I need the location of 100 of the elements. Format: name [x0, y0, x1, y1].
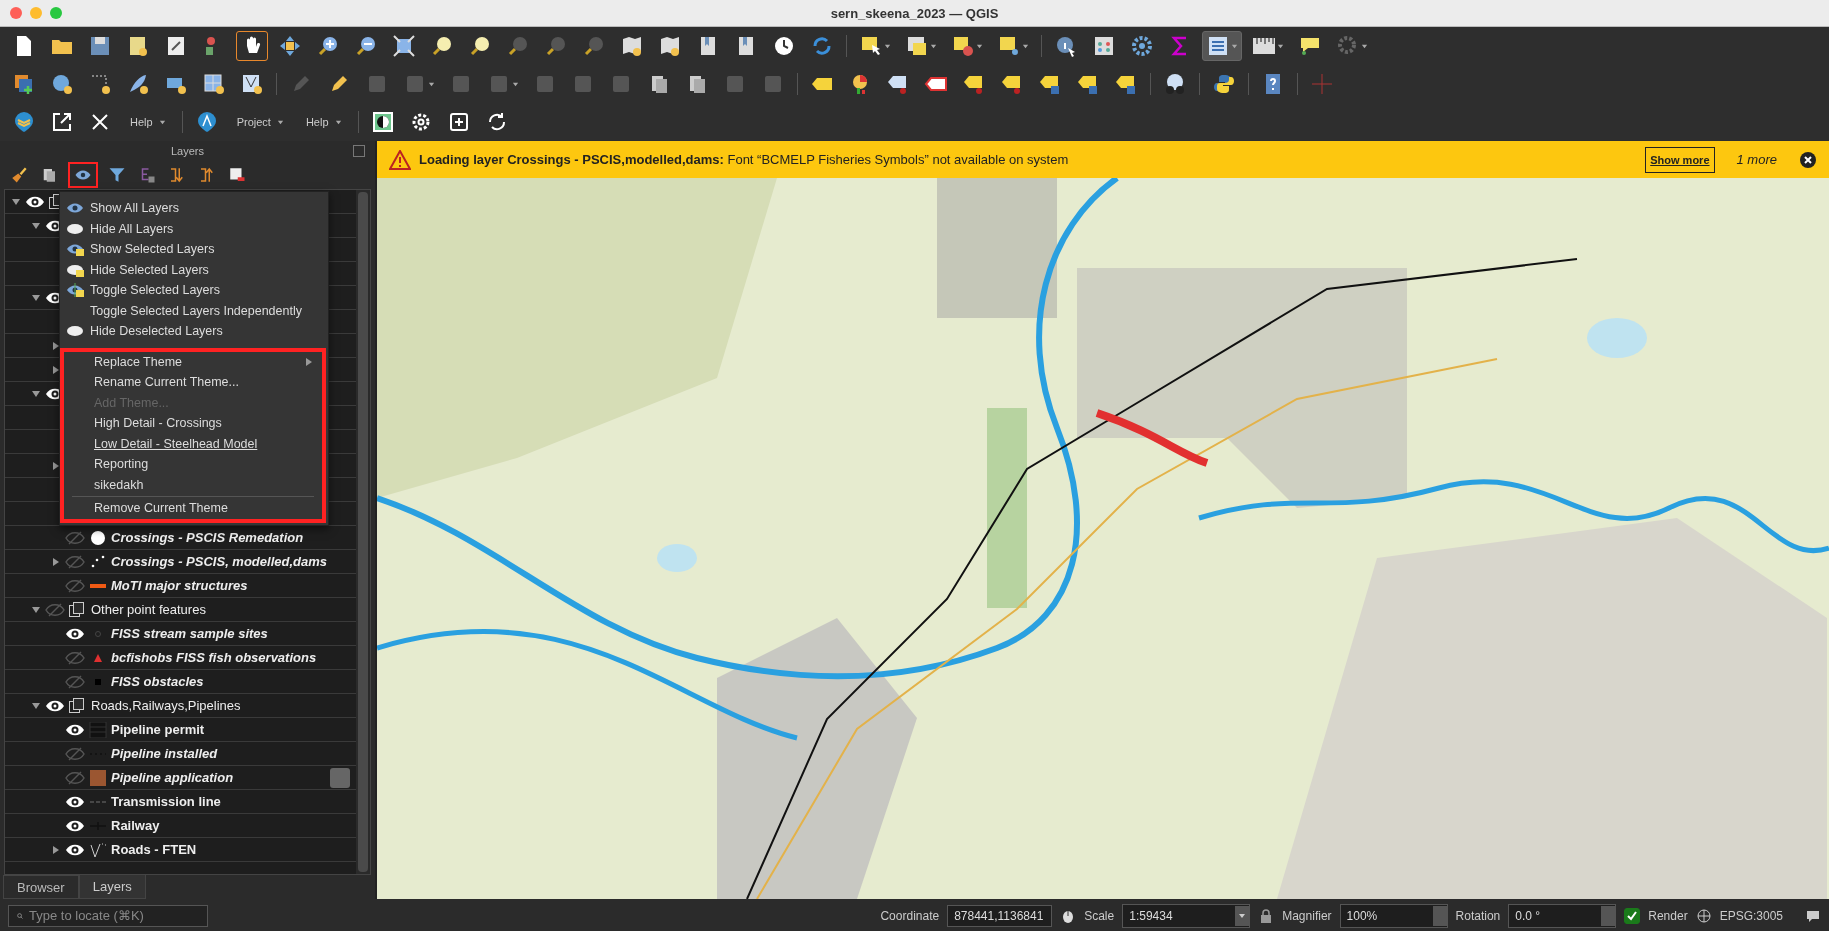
- layer-name[interactable]: Pipeline application: [111, 770, 234, 785]
- layer-name[interactable]: Pipeline permit: [111, 722, 205, 737]
- cloud-icon: [66, 324, 84, 339]
- menu-button[interactable]: Help: [297, 116, 350, 128]
- expand-arrow-icon[interactable]: [51, 364, 61, 375]
- layer-name[interactable]: Roads - FTEN: [111, 842, 197, 857]
- locator-field[interactable]: Type to locate (⌘K): [8, 904, 208, 927]
- render-label: Render: [1648, 908, 1688, 923]
- panel-title: Layers: [171, 145, 204, 157]
- layer-name[interactable]: FISS obstacles: [111, 674, 204, 689]
- visibility-button[interactable]: [68, 162, 98, 188]
- layer-name[interactable]: Pipeline installed: [111, 746, 218, 761]
- eye-icon[interactable]: [65, 794, 85, 809]
- dashed-line-icon: [89, 799, 107, 804]
- expand-arrow-icon[interactable]: [51, 460, 61, 471]
- caret-icon: [930, 42, 937, 50]
- rotation-spinbox[interactable]: 0.0 °: [1508, 903, 1617, 928]
- menu-item[interactable]: sikedakh: [64, 474, 322, 495]
- caret-icon: [1361, 42, 1368, 50]
- road-lines-icon: [89, 841, 107, 858]
- show-more-button[interactable]: Show more: [1645, 146, 1715, 173]
- eye-icon[interactable]: [65, 722, 85, 737]
- group-name[interactable]: Other point features: [91, 602, 206, 617]
- render-checkbox[interactable]: [1624, 907, 1641, 924]
- form-select-icon: [905, 34, 929, 58]
- menu-item[interactable]: Replace Theme: [64, 351, 322, 372]
- cloud-icon: [66, 262, 84, 277]
- magnifier-spinbox[interactable]: 100%: [1339, 903, 1448, 928]
- menu-item[interactable]: Rename Current Theme...: [64, 372, 322, 393]
- collapse-arrow-icon[interactable]: [31, 292, 41, 303]
- fill-icon: [89, 769, 107, 786]
- caret-icon: [334, 118, 342, 126]
- caret-icon: [1022, 42, 1029, 50]
- points-icon: [89, 553, 107, 570]
- scale-combo[interactable]: 1:59434: [1122, 903, 1251, 928]
- group-icon: [69, 698, 84, 713]
- menu-item[interactable]: Low Detail - Steelhead Model: [64, 433, 322, 454]
- eye-icon[interactable]: [65, 818, 85, 833]
- caret-icon: [884, 42, 891, 50]
- layer-name[interactable]: FISS stream sample sites: [111, 626, 268, 641]
- indicator-icon[interactable]: [330, 767, 350, 788]
- menu-item[interactable]: Show All Layers: [60, 198, 328, 219]
- more-count: 1 more: [1736, 152, 1777, 167]
- eye-icon[interactable]: [65, 626, 85, 641]
- collapse-arrow-icon[interactable]: [31, 604, 41, 615]
- menu-item[interactable]: High Detail - Crossings: [64, 413, 322, 434]
- eye-icon: [66, 242, 84, 257]
- collapse-arrow-icon[interactable]: [31, 388, 41, 399]
- caret-icon: [1231, 42, 1238, 50]
- pan-icon[interactable]: [236, 31, 268, 61]
- crs-button[interactable]: EPSG:3005: [1719, 908, 1783, 923]
- layer-name[interactable]: bcfishobs FISS fish observations: [111, 650, 317, 665]
- menu-item[interactable]: Remove Current Theme: [64, 498, 322, 519]
- layer-name[interactable]: Crossings - PSCIS, modelled,dams: [111, 554, 327, 569]
- menu-button[interactable]: Project: [228, 116, 292, 128]
- group-name[interactable]: Roads,Railways,Pipelines: [91, 698, 241, 713]
- panel-tab[interactable]: Browser: [3, 875, 79, 899]
- menu-item[interactable]: Reporting: [64, 454, 322, 475]
- rotation-label: Rotation: [1455, 908, 1501, 923]
- close-icon[interactable]: [1799, 150, 1817, 169]
- eye-icon[interactable]: [25, 194, 45, 209]
- caret-icon: [976, 42, 983, 50]
- panel-tab[interactable]: Layers: [78, 875, 146, 899]
- menu-item[interactable]: Toggle Selected Layers: [60, 280, 328, 301]
- eye-icon[interactable]: [45, 698, 65, 713]
- select-icon: [859, 34, 883, 58]
- close-window-button[interactable]: [10, 7, 22, 19]
- layer-name[interactable]: Railway: [111, 818, 160, 833]
- scale-label: Scale: [1084, 908, 1115, 923]
- menu-item[interactable]: Toggle Selected Layers Independently: [60, 300, 328, 321]
- caret-icon: [158, 118, 166, 126]
- layer-name[interactable]: Crossings - PSCIS Remedation: [111, 530, 304, 545]
- menu-item[interactable]: Hide All Layers: [60, 218, 328, 239]
- scrollbar[interactable]: [356, 190, 370, 874]
- coordinate-label: Coordinate: [880, 908, 940, 923]
- layer-name[interactable]: MoTI major structures: [111, 578, 248, 593]
- coordinate-field[interactable]: 878441,1136841: [947, 904, 1053, 927]
- collapse-arrow-icon[interactable]: [31, 700, 41, 711]
- attribute-table-button[interactable]: [1202, 31, 1242, 61]
- caret-icon: [1239, 913, 1246, 918]
- menu-item[interactable]: Hide Deselected Layers: [60, 321, 328, 342]
- expand-arrow-icon[interactable]: [51, 340, 61, 351]
- group-icon: [69, 602, 84, 617]
- circle-icon: [89, 529, 107, 546]
- menu-item[interactable]: Hide Selected Layers: [60, 259, 328, 280]
- menu-item[interactable]: Show Selected Layers: [60, 239, 328, 260]
- collapse-arrow-icon[interactable]: [31, 220, 41, 231]
- undock-icon[interactable]: [353, 145, 365, 157]
- globe-icon[interactable]: [1695, 907, 1712, 924]
- expand-arrow-icon[interactable]: [51, 844, 61, 855]
- menu-button[interactable]: Help: [122, 116, 174, 128]
- collapse-arrow-icon[interactable]: [11, 196, 21, 207]
- expand-arrow-icon[interactable]: [51, 556, 61, 567]
- caret-icon: [512, 80, 519, 88]
- cloud-icon: [66, 221, 84, 236]
- eye-icon[interactable]: [65, 842, 85, 857]
- layer-name[interactable]: Transmission line: [111, 794, 221, 809]
- toggle-icon: [66, 283, 84, 298]
- attribute-table-icon: [1206, 34, 1230, 58]
- window-title: sern_skeena_2023 — QGIS: [830, 5, 999, 21]
